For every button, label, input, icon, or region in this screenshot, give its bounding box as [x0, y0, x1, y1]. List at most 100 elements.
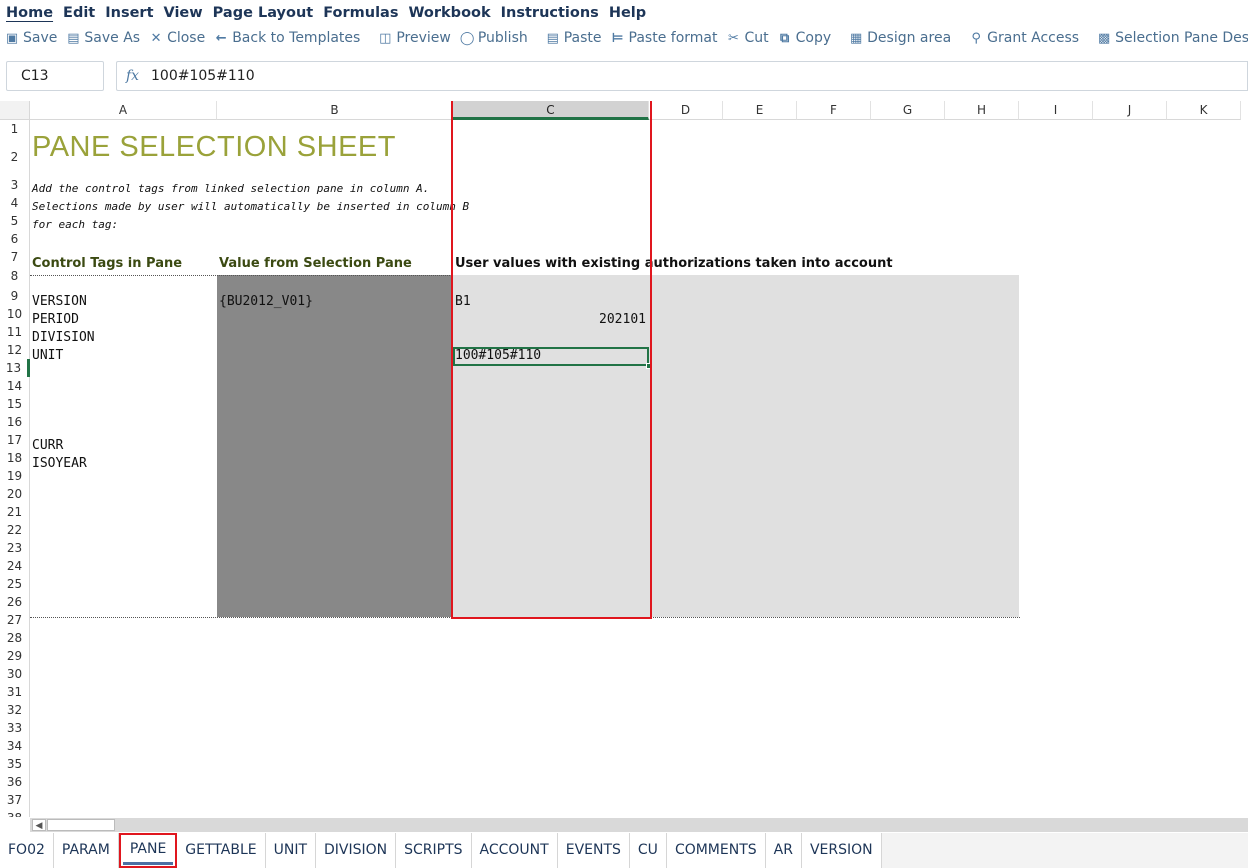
spreadsheet-grid[interactable]: A B C D E F G H I J K 1 2 3 4 5 6 7 8 9 10 11 12 13 1…: [0, 101, 1248, 817]
row-header-28[interactable]: 28: [0, 629, 30, 647]
tab-scripts[interactable]: SCRIPTS: [396, 833, 472, 868]
tab-gettable[interactable]: GETTABLE: [177, 833, 266, 868]
column-header-b[interactable]: B: [217, 101, 453, 120]
tab-events[interactable]: EVENTS: [557, 833, 630, 868]
row-header-9[interactable]: 9: [0, 287, 30, 305]
menu-insert[interactable]: Insert: [105, 0, 153, 26]
row-header-29[interactable]: 29: [0, 647, 30, 665]
tab-division[interactable]: DIVISION: [316, 833, 397, 868]
row-header-8[interactable]: 8: [0, 266, 30, 287]
tab-ar[interactable]: AR: [765, 833, 802, 868]
tab-account[interactable]: ACCOUNT: [471, 833, 558, 868]
publish-button[interactable]: ◯ Publish: [460, 30, 528, 46]
row-header-7[interactable]: 7: [0, 248, 30, 266]
tab-fo02[interactable]: FO02: [0, 833, 54, 868]
cell-a12[interactable]: DIVISION: [32, 330, 95, 345]
row-header-2[interactable]: 2: [0, 138, 30, 176]
scroll-left-arrow-icon[interactable]: ◀: [32, 819, 46, 831]
cell-a11[interactable]: PERIOD: [32, 312, 79, 327]
row-header-32[interactable]: 32: [0, 701, 30, 719]
cell-a18[interactable]: CURR: [32, 438, 63, 453]
row-header-30[interactable]: 30: [0, 665, 30, 683]
row-header-19[interactable]: 19: [0, 467, 30, 485]
select-all-corner[interactable]: [0, 101, 30, 120]
menu-workbook[interactable]: Workbook: [408, 0, 490, 26]
row-header-17[interactable]: 17: [0, 431, 30, 449]
column-header-h[interactable]: H: [945, 101, 1019, 120]
row-header-21[interactable]: 21: [0, 503, 30, 521]
cell-b10[interactable]: {BU2012_V01}: [219, 294, 313, 309]
row-header-24[interactable]: 24: [0, 557, 30, 575]
scrollbar-thumb[interactable]: [47, 819, 115, 831]
row-header-12[interactable]: 12: [0, 341, 30, 359]
row-header-16[interactable]: 16: [0, 413, 30, 431]
grant-access-button[interactable]: ⚲ Grant Access: [969, 30, 1079, 46]
cell-c11[interactable]: 202101: [455, 312, 646, 327]
row-header-14[interactable]: 14: [0, 377, 30, 395]
tab-pane[interactable]: PANE: [118, 833, 178, 868]
design-area-button[interactable]: ▦ Design area: [849, 30, 951, 46]
row-header-22[interactable]: 22: [0, 521, 30, 539]
column-header-e[interactable]: E: [723, 101, 797, 120]
menu-view[interactable]: View: [164, 0, 203, 26]
row-header-18[interactable]: 18: [0, 449, 30, 467]
row-header-4[interactable]: 4: [0, 194, 30, 212]
fill-handle[interactable]: [646, 363, 652, 369]
formula-input[interactable]: 100#105#110: [148, 61, 1248, 91]
row-header-20[interactable]: 20: [0, 485, 30, 503]
paste-button[interactable]: ▤ Paste: [546, 30, 602, 46]
row-header-33[interactable]: 33: [0, 719, 30, 737]
row-header-6[interactable]: 6: [0, 230, 30, 248]
cut-button[interactable]: ✂ Cut: [726, 30, 769, 46]
horizontal-scrollbar[interactable]: ◀: [30, 818, 1248, 832]
row-header-26[interactable]: 26: [0, 593, 30, 611]
column-header-j[interactable]: J: [1093, 101, 1167, 120]
row-header-25[interactable]: 25: [0, 575, 30, 593]
tab-param[interactable]: PARAM: [53, 833, 119, 868]
tab-comments[interactable]: COMMENTS: [666, 833, 766, 868]
row-header-11[interactable]: 11: [0, 323, 30, 341]
row-header-34[interactable]: 34: [0, 737, 30, 755]
cell-a19[interactable]: ISOYEAR: [32, 456, 87, 471]
row-header-38[interactable]: 38: [0, 809, 30, 817]
row-header-36[interactable]: 36: [0, 773, 30, 791]
selection-pane-design-button[interactable]: ▩Selection Pane Design: [1097, 30, 1248, 46]
column-header-g[interactable]: G: [871, 101, 945, 120]
row-header-10[interactable]: 10: [0, 305, 30, 323]
tab-cu[interactable]: CU: [629, 833, 667, 868]
column-header-k[interactable]: K: [1167, 101, 1241, 120]
tab-unit[interactable]: UNIT: [265, 833, 316, 868]
cell-c10[interactable]: B1: [455, 294, 471, 309]
column-header-c[interactable]: C: [453, 101, 649, 120]
save-as-button[interactable]: ▤ Save As: [66, 30, 140, 46]
row-header-3[interactable]: 3: [0, 176, 30, 194]
row-header-15[interactable]: 15: [0, 395, 30, 413]
row-header-35[interactable]: 35: [0, 755, 30, 773]
paste-format-button[interactable]: ⊨ Paste format: [611, 30, 718, 46]
function-icon[interactable]: fx: [116, 61, 148, 91]
menu-formulas[interactable]: Formulas: [323, 0, 398, 26]
row-header-37[interactable]: 37: [0, 791, 30, 809]
save-button[interactable]: ▣ Save: [5, 30, 58, 46]
copy-button[interactable]: ⧉ Copy: [778, 30, 831, 46]
row-header-27[interactable]: 27: [0, 611, 30, 629]
row-header-23[interactable]: 23: [0, 539, 30, 557]
column-header-a[interactable]: A: [30, 101, 217, 120]
back-to-templates-button[interactable]: ← Back to Templates: [214, 30, 361, 46]
row-header-31[interactable]: 31: [0, 683, 30, 701]
column-header-d[interactable]: D: [649, 101, 723, 120]
name-box[interactable]: C13: [6, 61, 104, 91]
active-cell-cursor[interactable]: [453, 347, 649, 366]
preview-button[interactable]: ◫ Preview: [378, 30, 451, 46]
menu-page-layout[interactable]: Page Layout: [213, 0, 314, 26]
row-header-1[interactable]: 1: [0, 120, 30, 138]
row-header-5[interactable]: 5: [0, 212, 30, 230]
column-header-i[interactable]: I: [1019, 101, 1093, 120]
menu-edit[interactable]: Edit: [63, 0, 95, 26]
column-header-f[interactable]: F: [797, 101, 871, 120]
row-header-13[interactable]: 13: [0, 359, 30, 377]
tab-version[interactable]: VERSION: [801, 833, 882, 868]
cell-a13[interactable]: UNIT: [32, 348, 63, 363]
menu-instructions[interactable]: Instructions: [501, 0, 599, 26]
close-button[interactable]: ✕ Close: [149, 30, 206, 46]
